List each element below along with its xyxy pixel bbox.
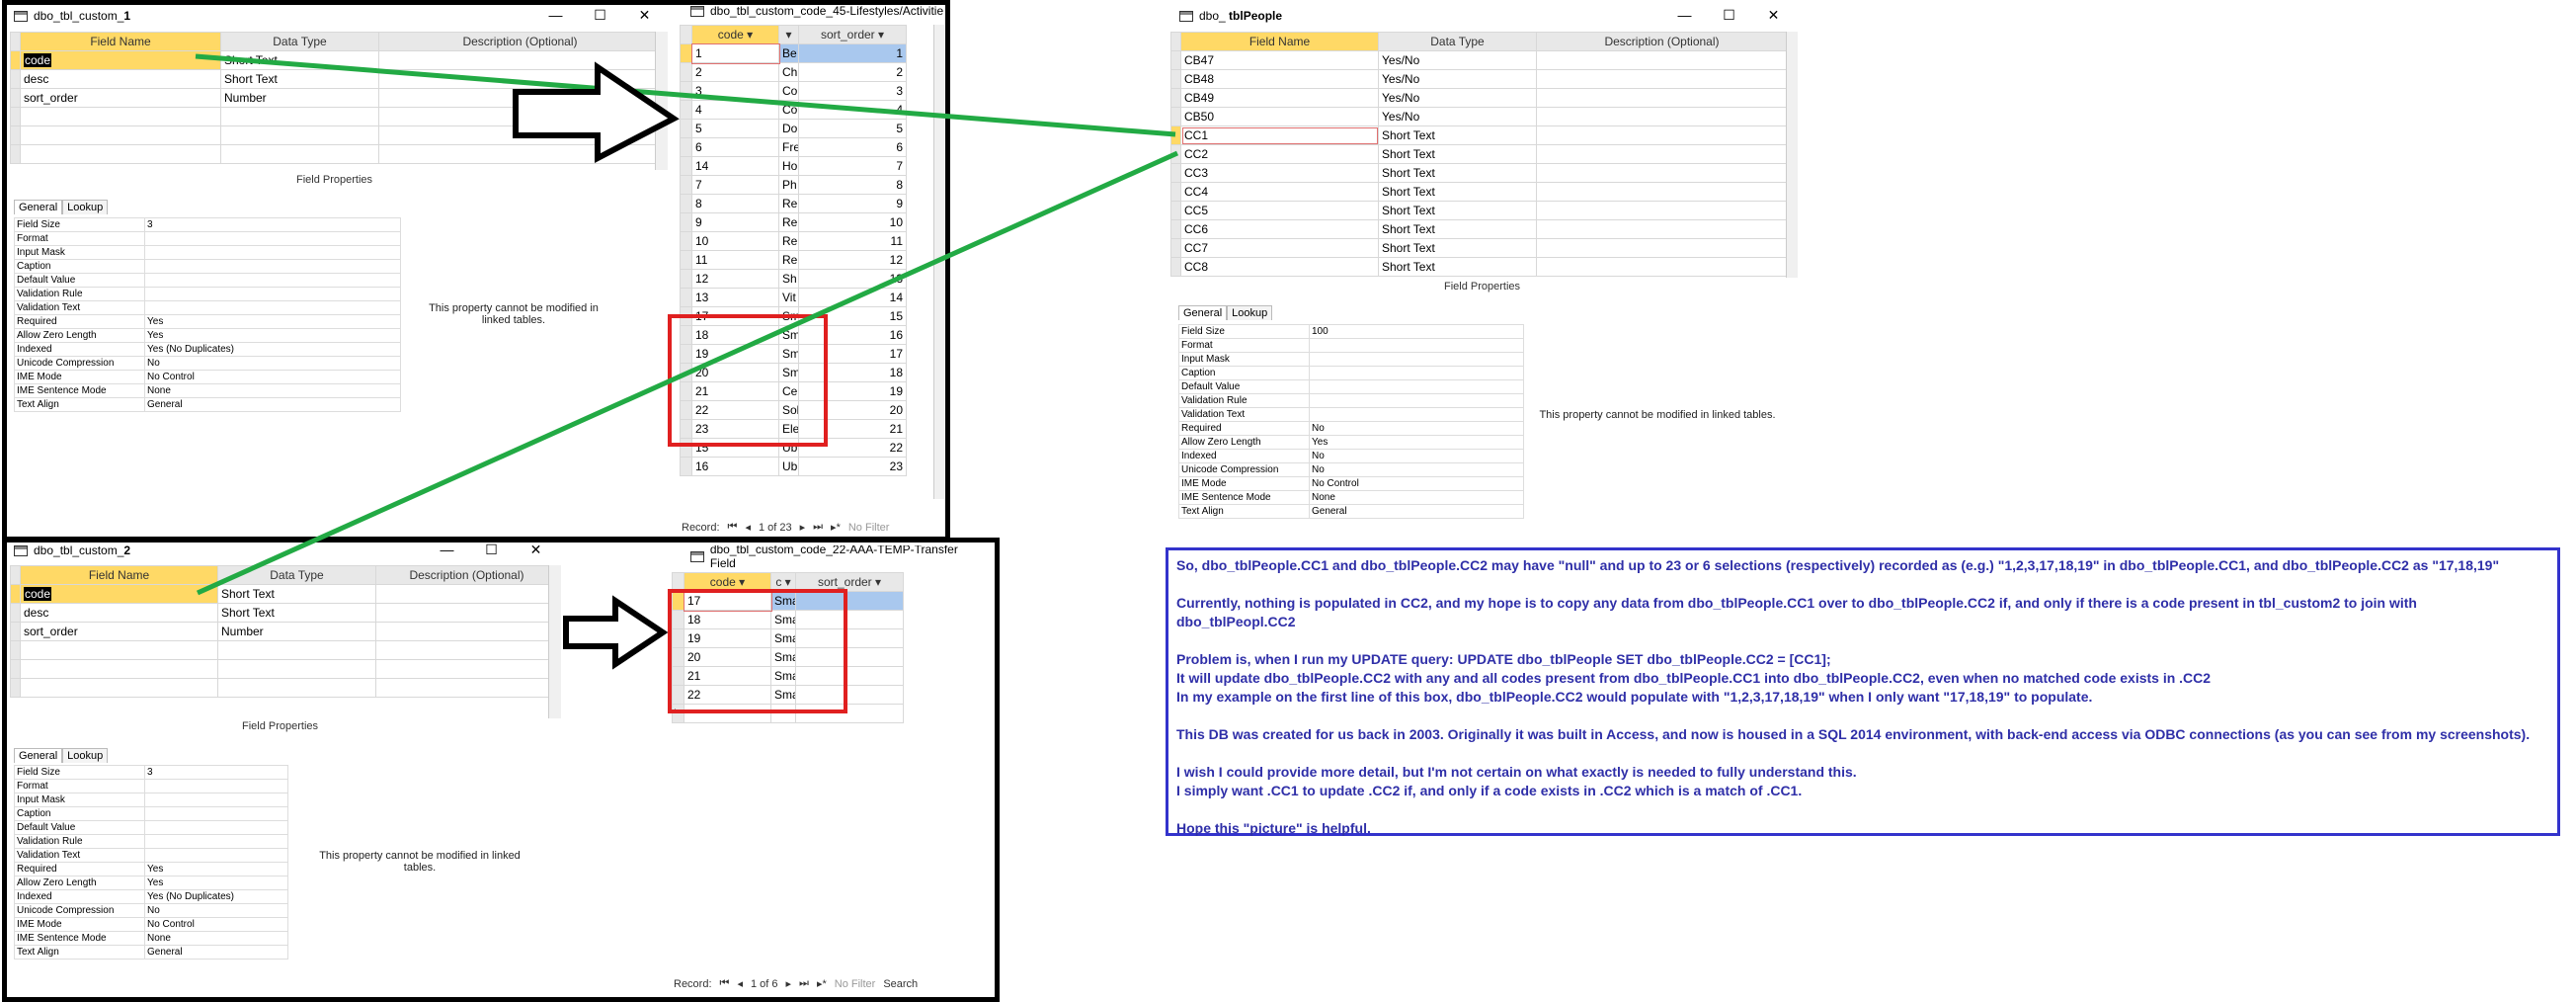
green-connector-line <box>196 150 1179 596</box>
arrow-right-icon <box>513 61 680 163</box>
arrow-right-icon <box>563 595 669 670</box>
annotation-overlay <box>195 53 1179 670</box>
green-connector-line <box>195 53 1176 137</box>
